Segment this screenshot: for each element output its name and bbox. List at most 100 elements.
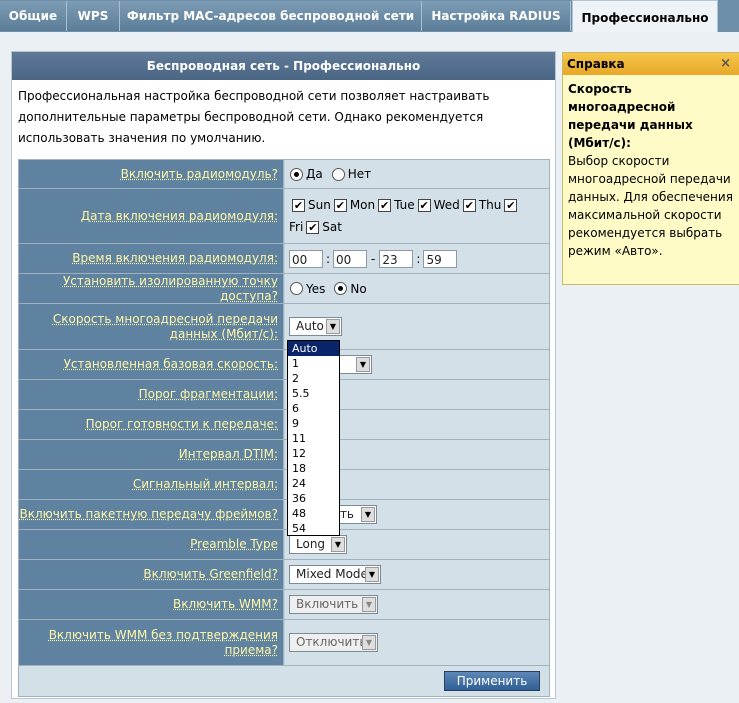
greenfield-select[interactable]: Mixed Mode ▼ — [289, 565, 381, 584]
help-header: Справка × — [563, 53, 739, 75]
tab-general[interactable]: Общие — [0, 1, 67, 31]
chevron-down-icon: ▼ — [356, 357, 370, 372]
label-multicast-rate: Скорость многоадресной передачи данных (… — [52, 311, 278, 341]
wmm-noack-value: Отключить — [296, 635, 367, 649]
row-wmm-noack: Включить WMM без подтверждения приема? О… — [19, 620, 549, 666]
radio-ap-no-label: No — [350, 281, 367, 296]
panel-title: Беспроводная сеть - Профессионально — [12, 52, 555, 80]
radio-yes-label: Да — [306, 167, 323, 181]
label-wmm-noack: Включить WMM без подтверждения приема? — [48, 627, 278, 657]
wmm-value: Включить — [296, 597, 359, 611]
radio-yes[interactable] — [290, 167, 303, 181]
radio-no-label: Нет — [347, 167, 372, 181]
day-sun-label: Sun — [308, 198, 331, 212]
greenfield-value: Mixed Mode — [296, 567, 368, 581]
dropdown-option[interactable]: 18 — [288, 461, 339, 476]
dropdown-option[interactable]: 9 — [288, 416, 339, 431]
chevron-down-icon: ▼ — [362, 635, 376, 650]
checkbox-sat[interactable]: ✔ — [306, 220, 320, 234]
end-hour-input[interactable]: 23 — [379, 249, 414, 268]
checkbox-mon[interactable]: ✔ — [333, 198, 347, 212]
help-panel: Справка × Скорость многоадресной передач… — [562, 52, 739, 285]
multicast-rate-value: Auto — [296, 319, 324, 333]
row-preamble: Preamble Type Long ▼ — [19, 530, 549, 560]
dropdown-option[interactable]: Auto — [288, 341, 339, 356]
radio-no[interactable] — [331, 167, 345, 181]
help-header-title: Справка — [567, 57, 625, 71]
apply-button[interactable]: Применить — [444, 671, 540, 691]
checkbox-tue[interactable]: ✔ — [378, 198, 392, 212]
start-minute-input[interactable]: 00 — [333, 249, 368, 268]
label-rts: Порог готовности к передаче: — [85, 417, 278, 431]
tab-wps[interactable]: WPS — [67, 1, 120, 31]
dropdown-option[interactable]: 12 — [288, 446, 339, 461]
preamble-value: Long — [296, 537, 326, 551]
help-title: Скорость многоадресной передачи данных (… — [568, 82, 693, 150]
label-frag: Порог фрагментации: — [138, 387, 278, 401]
label-radio-date: Дата включения радиомодуля: — [80, 208, 278, 223]
label-beacon: Сигнальный интервал: — [132, 477, 278, 491]
end-minute-input[interactable]: 59 — [423, 249, 458, 268]
row-radio-date: Дата включения радиомодуля: ✔ Sun ✔ Mon ✔ T… — [19, 189, 549, 244]
dropdown-option[interactable]: 5.5 — [288, 386, 339, 401]
day-wed-label: Wed — [433, 198, 460, 212]
dropdown-option[interactable]: 24 — [288, 476, 339, 491]
day-mon-label: Mon — [349, 198, 376, 212]
checkbox-fri[interactable]: ✔ — [504, 198, 518, 212]
row-dtim: Интервал DTIM: — [19, 440, 549, 470]
chevron-down-icon: ▼ — [365, 567, 379, 582]
checkbox-sun[interactable]: ✔ — [292, 198, 305, 212]
chevron-down-icon: ▼ — [331, 537, 345, 552]
row-isolated-ap: Установить изолированную точку доступа? … — [19, 274, 549, 304]
day-sat-label: Sat — [322, 220, 342, 234]
chevron-down-icon: ▼ — [362, 597, 376, 612]
label-wmm: Включить WMM? — [173, 597, 278, 611]
label-dtim: Интервал DTIM: — [178, 447, 278, 461]
label-preamble: Preamble Type — [190, 537, 278, 551]
preamble-select[interactable]: Long ▼ — [289, 535, 347, 554]
multicast-rate-dropdown[interactable]: Auto 1 2 5.5 6 9 11 12 18 24 36 48 54 — [287, 340, 340, 536]
tab-bar: Общие WPS Фильтр MAC-адресов беспроводно… — [0, 0, 739, 32]
radio-ap-yes[interactable] — [290, 282, 303, 295]
row-multicast-rate: Скорость многоадресной передачи данных (… — [19, 304, 549, 350]
label-isolated-ap: Установить изолированную точку доступа? — [62, 273, 278, 303]
tab-radius[interactable]: Настройка RADIUS — [422, 1, 571, 31]
row-radio-time: Время включения радиомодуля: 00 : 00 - 2… — [19, 244, 549, 274]
row-frag: Порог фрагментации: — [19, 380, 549, 410]
start-hour-input[interactable]: 00 — [289, 249, 323, 268]
checkbox-thu[interactable]: ✔ — [462, 198, 476, 212]
row-basic-rate: Установленная базовая скорость: ▼ — [19, 350, 549, 380]
dropdown-option[interactable]: 54 — [288, 521, 339, 536]
dropdown-option[interactable]: 36 — [288, 491, 339, 506]
label-basic-rate: Установленная базовая скорость: — [63, 357, 278, 371]
tab-professional[interactable]: Профессионально — [572, 0, 718, 32]
wmm-noack-select: Отключить ▼ — [289, 633, 378, 652]
day-thu-label: Thu — [478, 198, 502, 212]
label-frameburst: Включить пакетную передачу фреймов? — [19, 507, 278, 521]
day-fri-label: Fri — [289, 220, 304, 234]
frameburst-value: ть — [339, 507, 354, 521]
time-sep: : — [416, 251, 421, 266]
time-sep: : — [326, 251, 331, 266]
day-tue-label: Tue — [394, 198, 415, 212]
multicast-rate-select[interactable]: Auto ▼ — [289, 317, 342, 336]
dropdown-option[interactable]: 2 — [288, 371, 339, 386]
label-greenfield: Включить Greenfield? — [143, 567, 278, 581]
chevron-down-icon: ▼ — [326, 319, 340, 334]
checkbox-wed[interactable]: ✔ — [417, 198, 431, 212]
settings-table: Включить радиомодуль? Да Нет Дата включе… — [18, 159, 550, 697]
radio-ap-yes-label: Yes — [306, 281, 326, 296]
tab-mac-filter[interactable]: Фильтр MAC-адресов беспроводной сети — [120, 1, 422, 31]
help-body: Выбор скорости многоадресной передачи да… — [568, 154, 733, 258]
label-radio-time: Время включения радиомодуля: — [72, 251, 278, 265]
time-range-sep: - — [371, 251, 376, 266]
close-icon[interactable]: × — [720, 53, 731, 75]
row-radio-enable: Включить радиомодуль? Да Нет — [19, 160, 549, 189]
dropdown-option[interactable]: 1 — [288, 356, 339, 371]
dropdown-option[interactable]: 11 — [288, 431, 339, 446]
dropdown-option[interactable]: 6 — [288, 401, 339, 416]
panel-description: Профессиональная настройка беспроводной … — [18, 89, 490, 145]
label-radio-enable: Включить радиомодуль? — [120, 166, 278, 181]
radio-ap-no[interactable] — [334, 282, 348, 295]
dropdown-option[interactable]: 48 — [288, 506, 339, 521]
